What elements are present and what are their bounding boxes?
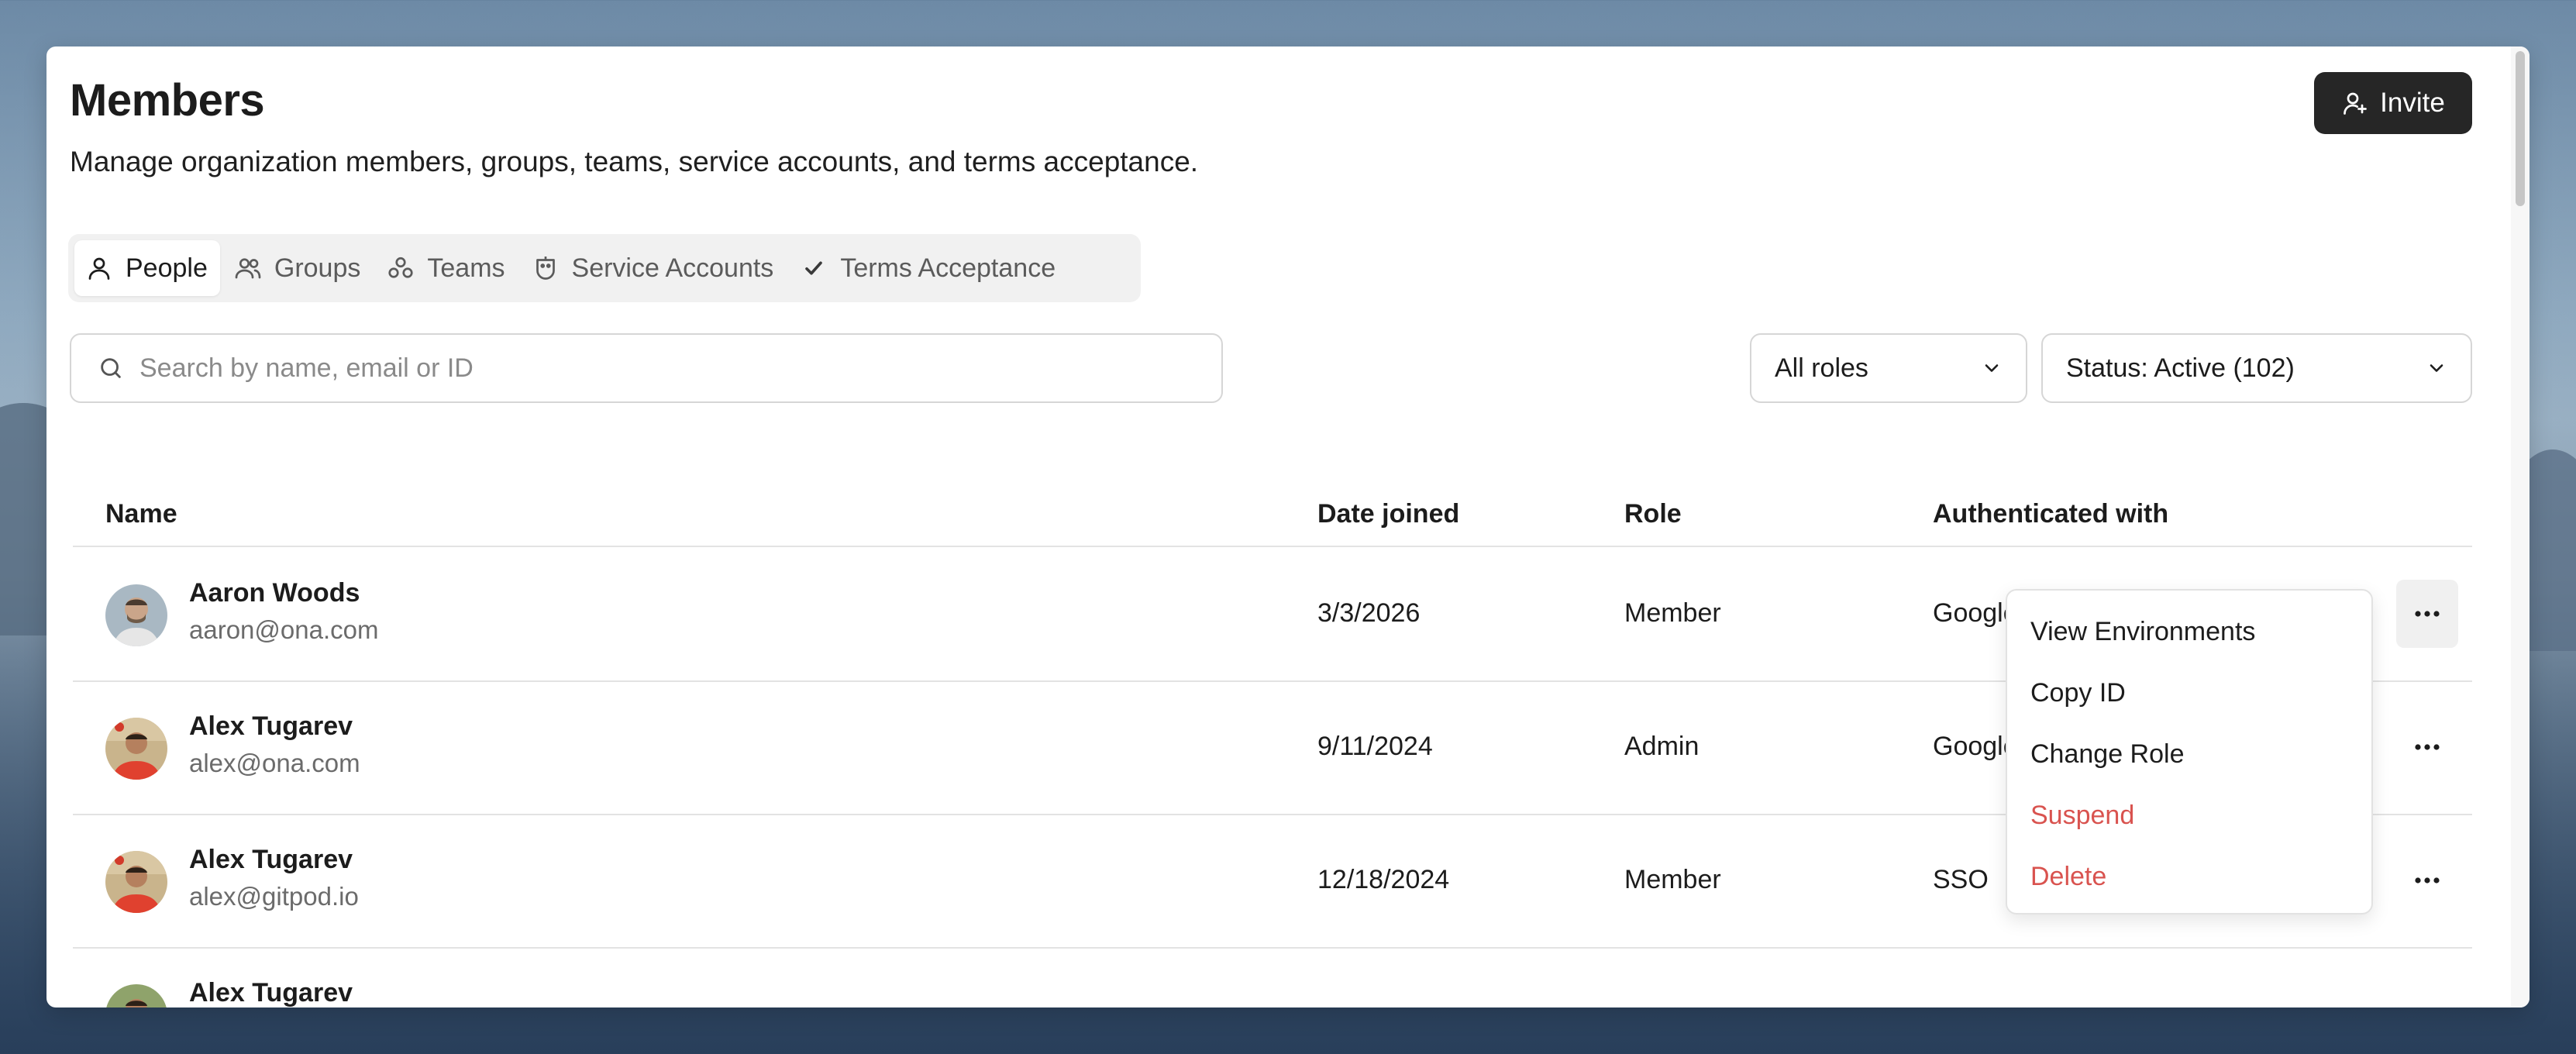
tab-people[interactable]: People <box>74 240 220 296</box>
member-name: Alex Tugarev <box>189 978 353 1008</box>
tab-terms-acceptance[interactable]: Terms Acceptance <box>789 240 1068 296</box>
column-header-date-joined[interactable]: Date joined <box>1317 499 1459 529</box>
member-role: Member <box>1624 598 1721 628</box>
member-name: Alex Tugarev <box>189 711 353 741</box>
column-header-role[interactable]: Role <box>1624 499 1682 529</box>
member-name: Alex Tugarev <box>189 845 353 874</box>
more-horizontal-icon <box>2415 877 2440 884</box>
member-email: alex@ona.com <box>189 749 360 777</box>
roles-filter-value: All roles <box>1775 353 1868 383</box>
avatar <box>105 584 167 646</box>
chevron-down-icon <box>2430 364 2443 372</box>
scrollbar[interactable] <box>2511 46 2530 1008</box>
users-icon <box>235 258 261 279</box>
menu-item-change-role[interactable]: Change Role <box>2007 724 2371 785</box>
status-filter-select[interactable]: Status: Active (102) <box>2041 333 2472 403</box>
tab-groups[interactable]: Groups <box>223 240 374 296</box>
search-icon <box>101 358 121 378</box>
user-plus-icon <box>2344 92 2368 115</box>
more-horizontal-icon <box>2415 611 2440 617</box>
member-role: Admin <box>1624 732 1700 761</box>
avatar <box>105 851 167 913</box>
tab-label: Terms Acceptance <box>840 253 1056 283</box>
invite-button-label: Invite <box>2380 88 2445 118</box>
column-header-name[interactable]: Name <box>105 499 177 529</box>
page-subtitle: Manage organization members, groups, tea… <box>70 146 1199 177</box>
page-title: Members <box>70 75 265 126</box>
search-box[interactable] <box>70 333 1223 403</box>
tab-label: Service Accounts <box>571 253 774 283</box>
more-horizontal-icon <box>2415 744 2440 750</box>
row-actions-menu: View Environments Copy ID Change Role Su… <box>2006 589 2373 914</box>
members-window: Members Manage organization members, gro… <box>46 46 2530 1008</box>
tab-teams[interactable]: Teams <box>376 240 517 296</box>
auth-method: SSO <box>1933 865 1989 894</box>
robot-icon <box>536 257 555 280</box>
row-actions-button[interactable] <box>2396 846 2458 914</box>
roles-filter-select[interactable]: All roles <box>1750 333 2027 403</box>
teams-icon <box>388 257 413 278</box>
tab-service-accounts[interactable]: Service Accounts <box>521 240 787 296</box>
search-input[interactable] <box>139 353 1221 384</box>
member-name: Aaron Woods <box>189 578 360 608</box>
menu-item-view-environments[interactable]: View Environments <box>2007 601 2371 663</box>
table-row[interactable]: Alex Tugarev <box>73 949 2472 1008</box>
menu-item-delete[interactable]: Delete <box>2007 846 2371 908</box>
date-joined: 12/18/2024 <box>1317 865 1450 894</box>
tab-label: People <box>126 253 208 283</box>
member-email: alex@gitpod.io <box>189 882 359 911</box>
avatar <box>105 718 167 780</box>
check-icon <box>805 261 823 275</box>
avatar <box>105 984 167 1008</box>
menu-item-suspend[interactable]: Suspend <box>2007 785 2371 846</box>
status-filter-value: Status: Active (102) <box>2066 353 2295 383</box>
scrollbar-thumb[interactable] <box>2516 51 2525 206</box>
person-icon <box>88 257 110 280</box>
members-tabs: People Groups Teams Service Accounts Ter… <box>68 234 1141 302</box>
table-header: Name Date joined Role Authenticated with <box>73 491 2472 547</box>
row-actions-button[interactable] <box>2396 713 2458 781</box>
date-joined: 3/3/2026 <box>1317 598 1421 628</box>
menu-item-copy-id[interactable]: Copy ID <box>2007 663 2371 724</box>
member-email: aaron@ona.com <box>189 615 379 644</box>
member-role: Member <box>1624 865 1721 894</box>
column-header-authenticated-with[interactable]: Authenticated with <box>1933 499 2168 529</box>
row-actions-button[interactable] <box>2396 580 2458 648</box>
invite-button[interactable]: Invite <box>2314 72 2472 134</box>
tab-label: Groups <box>274 253 361 283</box>
tab-label: Teams <box>427 253 505 283</box>
chevron-down-icon <box>1985 364 1999 372</box>
date-joined: 9/11/2024 <box>1317 732 1433 761</box>
